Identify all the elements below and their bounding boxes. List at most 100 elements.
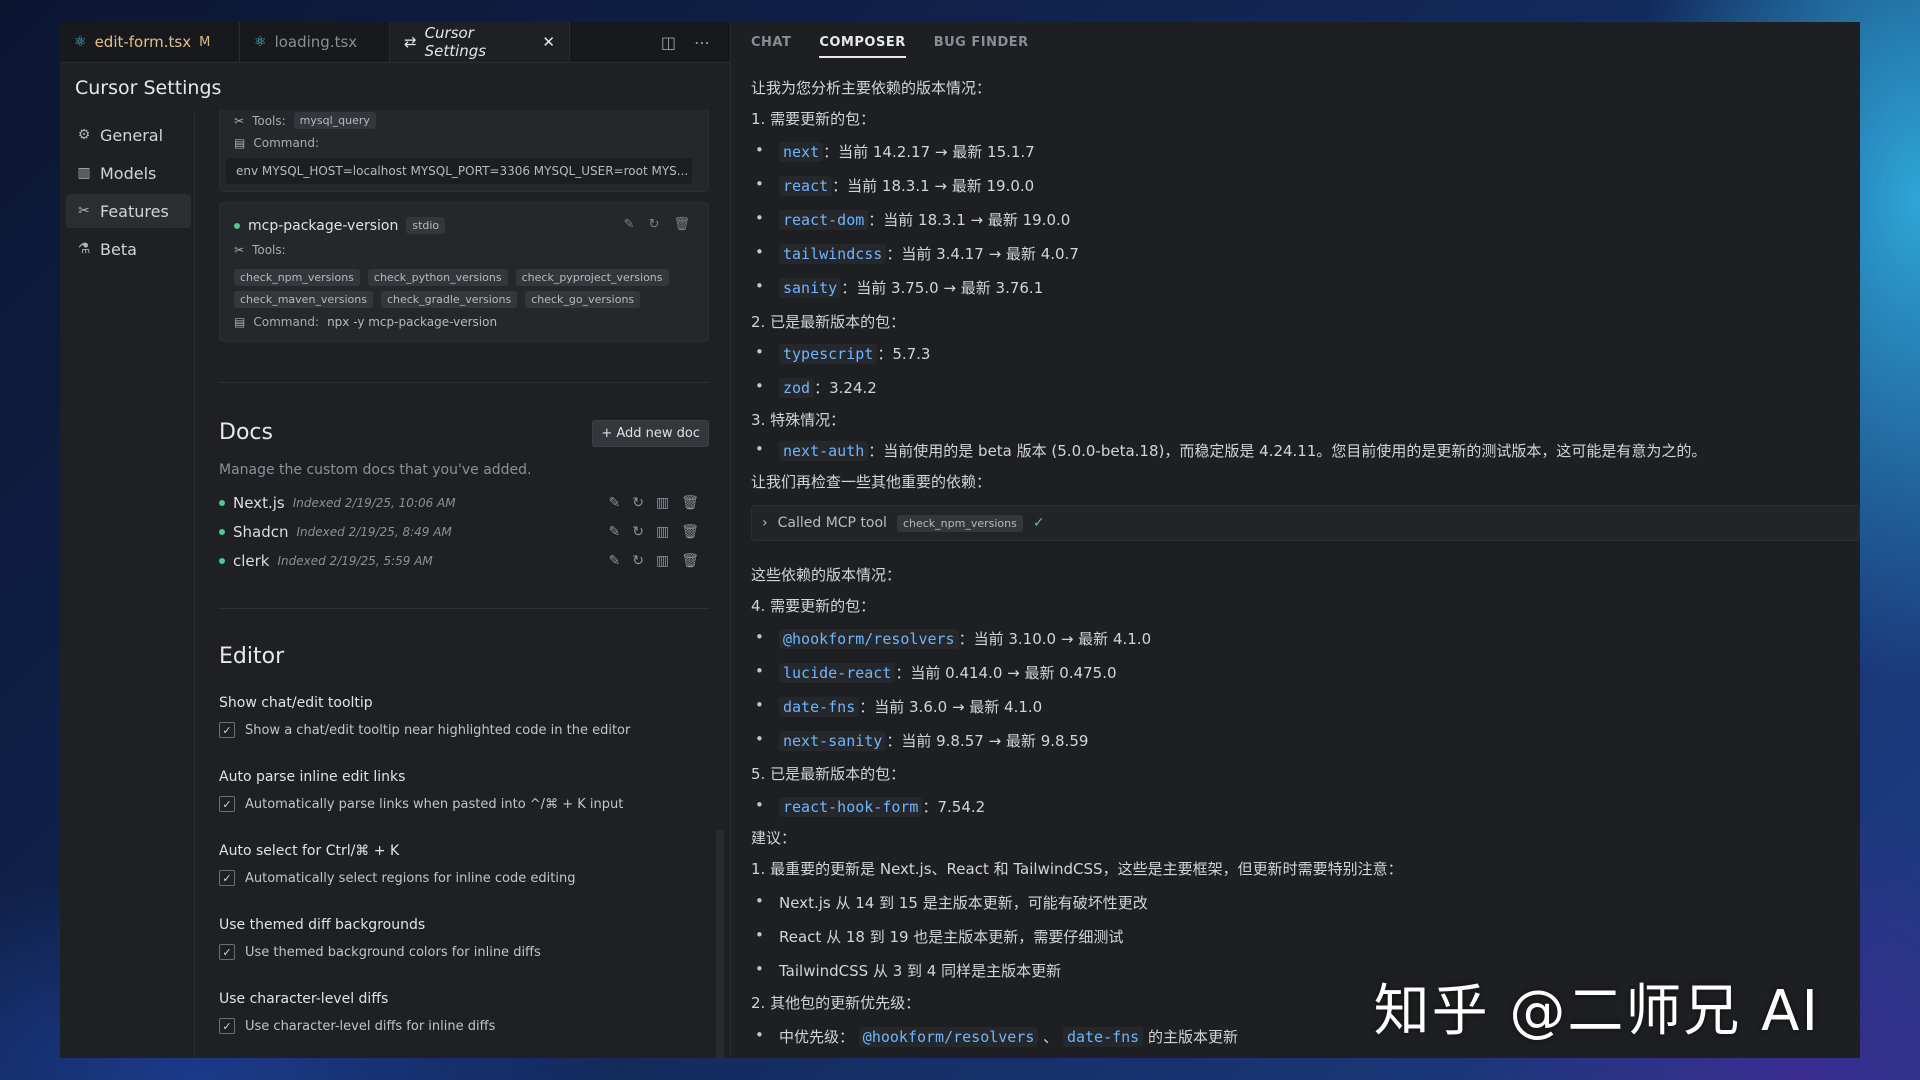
list-item: 中优先级： @hookform/resolvers 、 date-fns 的主版… (755, 1026, 1239, 1047)
option-title: Auto parse inline edit links (219, 769, 406, 785)
close-icon[interactable]: ✕ (542, 33, 555, 51)
option-checkbox-row[interactable]: ✓ Use character-level diffs for inline d… (219, 1018, 495, 1034)
command-label: Command: (253, 315, 320, 329)
edit-icon[interactable]: ✎ (624, 217, 635, 232)
trash-icon[interactable]: 🗑 (681, 553, 699, 569)
nav-item-features[interactable]: ✂ Features (66, 194, 191, 228)
doc-item: clerk Indexed 2/19/25, 5:59 AM ✎ ↻ ▥ 🗑 (219, 548, 709, 574)
edit-icon[interactable]: ✎ (609, 553, 621, 569)
option-title: Use themed diff backgrounds (219, 917, 426, 933)
book-icon[interactable]: ▥ (656, 524, 669, 540)
list-item: sanity：当前 3.75.0 → 最新 3.76.1 (755, 277, 1043, 298)
tab-bug-finder[interactable]: BUG FINDER (934, 35, 1029, 50)
option-desc: Automatically select regions for inline … (245, 870, 576, 886)
option-checkbox-row[interactable]: ✓ Show a chat/edit tooltip near highligh… (219, 722, 630, 738)
refresh-icon[interactable]: ↻ (632, 524, 644, 540)
package-code: next-auth (779, 441, 869, 461)
status-dot (219, 558, 225, 564)
option-checkbox-row[interactable]: ✓ Use themed background colors for inlin… (219, 944, 541, 960)
list-item: react-hook-form：7.54.2 (755, 796, 986, 817)
tool-call-row[interactable]: › Called MCP tool check_npm_versions ✓ (751, 505, 1860, 541)
split-editor-icon[interactable]: ◫ (661, 33, 676, 52)
tab-actions: ◫ ⋯ (661, 22, 710, 62)
command-value: env MYSQL_HOST=localhost MYSQL_PORT=3306… (226, 158, 692, 184)
chat-pane: CHAT COMPOSER BUG FINDER 让我为您分析主要依赖的版本情况… (731, 22, 1860, 1058)
tab-edit-form[interactable]: ⚛ edit-form.tsx M (60, 22, 240, 62)
add-doc-button[interactable]: + Add new doc (592, 420, 709, 447)
tools-row: ✂ Tools: mysql_query (234, 112, 376, 129)
refresh-icon[interactable]: ↻ (649, 217, 660, 232)
section-heading: 建议： (751, 829, 797, 847)
checkbox-checked[interactable]: ✓ (219, 870, 235, 886)
package-code: @hookform/resolvers (779, 629, 959, 649)
trash-icon[interactable]: 🗑 (673, 217, 690, 232)
edit-icon[interactable]: ✎ (609, 495, 621, 511)
chevron-right-icon: › (762, 515, 768, 531)
package-info: ：当前 3.10.0 → 最新 4.1.0 (958, 630, 1152, 648)
checkbox-checked[interactable]: ✓ (219, 944, 235, 960)
tools-icon: ✂ (78, 203, 90, 219)
package-info: ：当前 18.3.1 → 最新 19.0.0 (832, 177, 1035, 195)
section-heading: 1. 需要更新的包： (751, 110, 876, 128)
refresh-icon[interactable]: ↻ (632, 495, 644, 511)
package-code: zod (779, 378, 815, 398)
checkbox-checked[interactable]: ✓ (219, 722, 235, 738)
message-text: 这些依赖的版本情况： (751, 566, 902, 584)
nav-item-models[interactable]: ▥ Models (66, 156, 191, 190)
scrollbar[interactable] (716, 830, 724, 1058)
package-code: date-fns (1062, 1027, 1144, 1047)
doc-item: Shadcn Indexed 2/19/25, 8:49 AM ✎ ↻ ▥ 🗑 (219, 519, 709, 545)
priority-label: 中优先级： (779, 1028, 855, 1046)
list-item: next：当前 14.2.17 → 最新 15.1.7 (755, 141, 1035, 162)
tab-chat[interactable]: CHAT (751, 35, 791, 50)
more-icon[interactable]: ⋯ (694, 33, 710, 52)
package-info: ：当前 0.414.0 → 最新 0.475.0 (895, 664, 1117, 682)
tool-chip: check_maven_versions (234, 291, 373, 308)
option-title: Show chat/edit tooltip (219, 695, 373, 711)
react-icon: ⚛ (74, 34, 87, 50)
checkbox-checked[interactable]: ✓ (219, 1018, 235, 1034)
book-icon[interactable]: ▥ (656, 553, 669, 569)
edit-icon[interactable]: ✎ (609, 524, 621, 540)
package-code: @hookform/resolvers (858, 1027, 1039, 1047)
book-icon[interactable]: ▥ (656, 495, 669, 511)
nav-item-general[interactable]: ⚙ General (66, 118, 191, 152)
option-title: Auto select for Ctrl/⌘ + K (219, 843, 400, 859)
option-checkbox-row[interactable]: ✓ Automatically select regions for inlin… (219, 870, 575, 886)
tab-loading[interactable]: ⚛ loading.tsx (240, 22, 390, 62)
doc-name: clerk (233, 552, 270, 570)
checkbox-checked[interactable]: ✓ (219, 796, 235, 812)
mcp-server-card: mcp-package-version stdio ✎ ↻ 🗑 ✂ Tools:… (219, 202, 709, 342)
package-info: 的主版本更新 (1148, 1028, 1239, 1046)
package-info: ：7.54.2 (922, 798, 986, 816)
package-code: react-dom (779, 210, 869, 230)
option-desc: Show a chat/edit tooltip near highlighte… (245, 722, 631, 738)
terminal-icon: ▤ (234, 315, 246, 329)
tab-composer[interactable]: COMPOSER (819, 35, 906, 58)
status-dot (219, 529, 225, 535)
tab-cursor-settings[interactable]: ⇄ Cursor Settings ✕ (390, 22, 570, 62)
package-info: ：当前 9.8.57 → 最新 9.8.59 (886, 732, 1089, 750)
doc-name: Shadcn (233, 523, 289, 541)
settings-nav: ⚙ General ▥ Models ✂ Features ⚗ Beta (66, 118, 191, 270)
trash-icon[interactable]: 🗑 (681, 495, 699, 511)
refresh-icon[interactable]: ↻ (632, 553, 644, 569)
package-code: typescript (779, 344, 878, 364)
package-info: ：当前 3.6.0 → 最新 4.1.0 (859, 698, 1043, 716)
check-icon: ✓ (1032, 515, 1045, 531)
package-info: ：5.7.3 (877, 345, 931, 363)
list-item: @hookform/resolvers：当前 3.10.0 → 最新 4.1.0 (755, 628, 1152, 649)
package-info: ：当前使用的是 beta 版本 (5.0.0-beta.18)，而稳定版是 4.… (868, 442, 1707, 460)
settings-content: ✂ Tools: mysql_query ▤ Command: env MYSQ… (195, 110, 730, 1058)
trash-icon[interactable]: 🗑 (681, 524, 699, 540)
nav-label: Beta (100, 239, 137, 259)
doc-actions: ✎ ↻ ▥ 🗑 (609, 524, 699, 540)
doc-item: Next.js Indexed 2/19/25, 10:06 AM ✎ ↻ ▥ … (219, 490, 709, 516)
list-item: TailwindCSS 从 3 到 4 同样是主版本更新 (755, 960, 1061, 981)
page-title: Cursor Settings (75, 77, 222, 99)
list-item: react-dom：当前 18.3.1 → 最新 19.0.0 (755, 209, 1070, 230)
nav-item-beta[interactable]: ⚗ Beta (66, 232, 191, 266)
server-actions: ✎ ↻ 🗑 (624, 217, 690, 232)
option-checkbox-row[interactable]: ✓ Automatically parse links when pasted … (219, 796, 623, 812)
package-info: ：当前 14.2.17 → 最新 15.1.7 (823, 143, 1035, 161)
